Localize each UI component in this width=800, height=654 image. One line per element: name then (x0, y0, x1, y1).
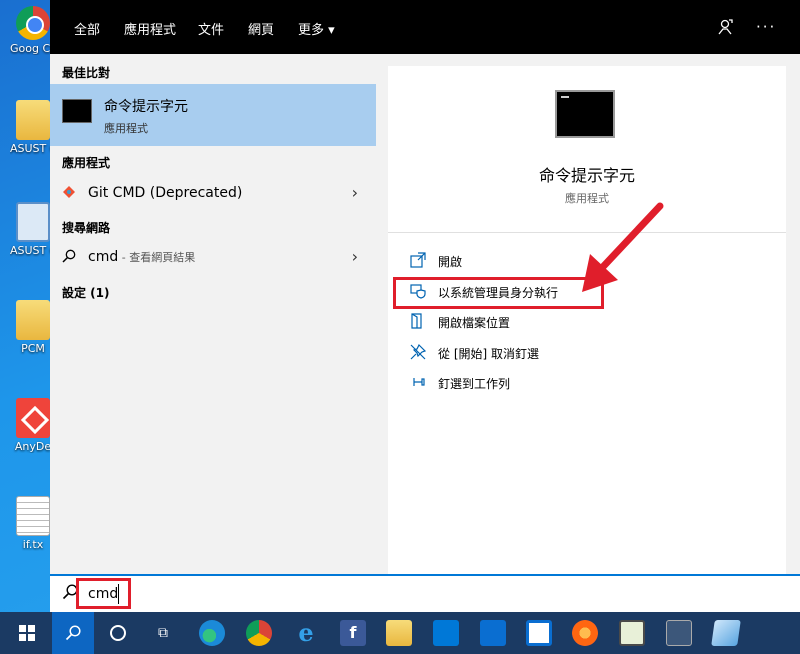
best-match-item[interactable]: 命令提示字元 應用程式 (50, 84, 376, 146)
open-icon (410, 252, 426, 268)
search-filter-bar: 全部 應用程式 文件 網頁 更多 ▾ ··· (50, 0, 800, 57)
chrome-icon (16, 6, 50, 40)
preview-card: 命令提示字元 應用程式 開啟 以系統管理員身分執行 開啟檔案位置 從 [開始] … (388, 66, 786, 574)
best-match-subtitle: 應用程式 (104, 122, 148, 135)
folder-icon (16, 100, 50, 140)
cortana-icon[interactable] (110, 625, 126, 641)
control-panel-icon (16, 202, 50, 242)
chrome-icon[interactable] (246, 620, 272, 646)
firefox-icon[interactable] (572, 620, 598, 646)
list-item-web-search[interactable]: cmd - 查看網頁結果 › (50, 243, 376, 271)
internet-explorer-icon[interactable]: e (293, 620, 319, 646)
action-pin-to-taskbar[interactable]: 釘選到工作列 (410, 372, 750, 394)
feedback-icon[interactable] (716, 18, 734, 40)
file-explorer-icon[interactable] (386, 620, 412, 646)
app-icon[interactable] (619, 620, 645, 646)
list-item-label: Git CMD (Deprecated) (88, 185, 243, 201)
taskbar: ⧉ e f (0, 612, 800, 654)
preview-title: 命令提示字元 (538, 166, 635, 185)
settings-heading[interactable]: 設定 (1) (62, 284, 110, 301)
taskbar-search-button[interactable] (52, 612, 94, 654)
task-view-icon[interactable]: ⧉ (150, 620, 176, 646)
command-prompt-icon (62, 99, 92, 123)
web-query-hint: - 查看網頁結果 (118, 251, 196, 264)
action-unpin-from-start[interactable]: 從 [開始] 取消釘選 (410, 342, 750, 364)
preview-pane: 命令提示字元 應用程式 開啟 以系統管理員身分執行 開啟檔案位置 從 [開始] … (388, 54, 800, 574)
outlook-icon[interactable] (526, 620, 552, 646)
list-item-git-cmd[interactable]: Git CMD (Deprecated) › (50, 179, 376, 207)
search-box[interactable]: cmd (50, 574, 800, 612)
facebook-icon[interactable]: f (340, 620, 366, 646)
tab-apps[interactable]: 應用程式 (124, 19, 176, 38)
web-heading: 搜尋網路 (62, 221, 111, 235)
anydesk-icon (16, 398, 50, 438)
folder-icon (16, 300, 50, 340)
annotation-arrow (582, 202, 664, 292)
tab-documents[interactable]: 文件 (198, 19, 224, 38)
edge-icon[interactable] (199, 620, 225, 646)
action-label: 開啟檔案位置 (438, 316, 511, 330)
web-query: cmd - 查看網頁結果 (88, 249, 195, 265)
command-prompt-taskbar-icon[interactable] (666, 620, 692, 646)
action-label: 從 [開始] 取消釘選 (438, 347, 539, 361)
action-label: 開啟 (438, 255, 463, 269)
action-open-file-location[interactable]: 開啟檔案位置 (410, 311, 750, 333)
git-icon (62, 185, 76, 203)
action-label: 釘選到工作列 (438, 377, 511, 391)
store-icon[interactable] (433, 620, 459, 646)
chevron-right-icon[interactable]: › (352, 183, 358, 202)
text-caret (118, 584, 119, 604)
windows-logo-icon[interactable] (14, 620, 40, 646)
apps-heading: 應用程式 (62, 156, 111, 170)
results-list: 最佳比對 命令提示字元 應用程式 應用程式 Git CMD (Deprecate… (50, 54, 388, 574)
mail-icon[interactable] (480, 620, 506, 646)
search-input-highlight (76, 578, 131, 609)
pin-taskbar-icon (410, 374, 426, 390)
tab-all[interactable]: 全部 (71, 19, 103, 57)
text-file-icon (16, 496, 50, 536)
folder-location-icon (410, 313, 426, 329)
command-prompt-large-icon (555, 90, 615, 138)
unpin-icon (410, 343, 427, 360)
more-options-icon[interactable]: ··· (756, 18, 776, 36)
best-match-heading: 最佳比對 (62, 66, 111, 80)
chevron-right-icon[interactable]: › (352, 247, 358, 266)
search-icon (62, 249, 76, 267)
best-match-title: 命令提示字元 (104, 99, 188, 115)
tab-web[interactable]: 網頁 (248, 19, 274, 38)
app-icon[interactable] (711, 620, 741, 646)
web-query-text: cmd (88, 249, 119, 265)
tab-more[interactable]: 更多 ▾ (298, 19, 335, 38)
